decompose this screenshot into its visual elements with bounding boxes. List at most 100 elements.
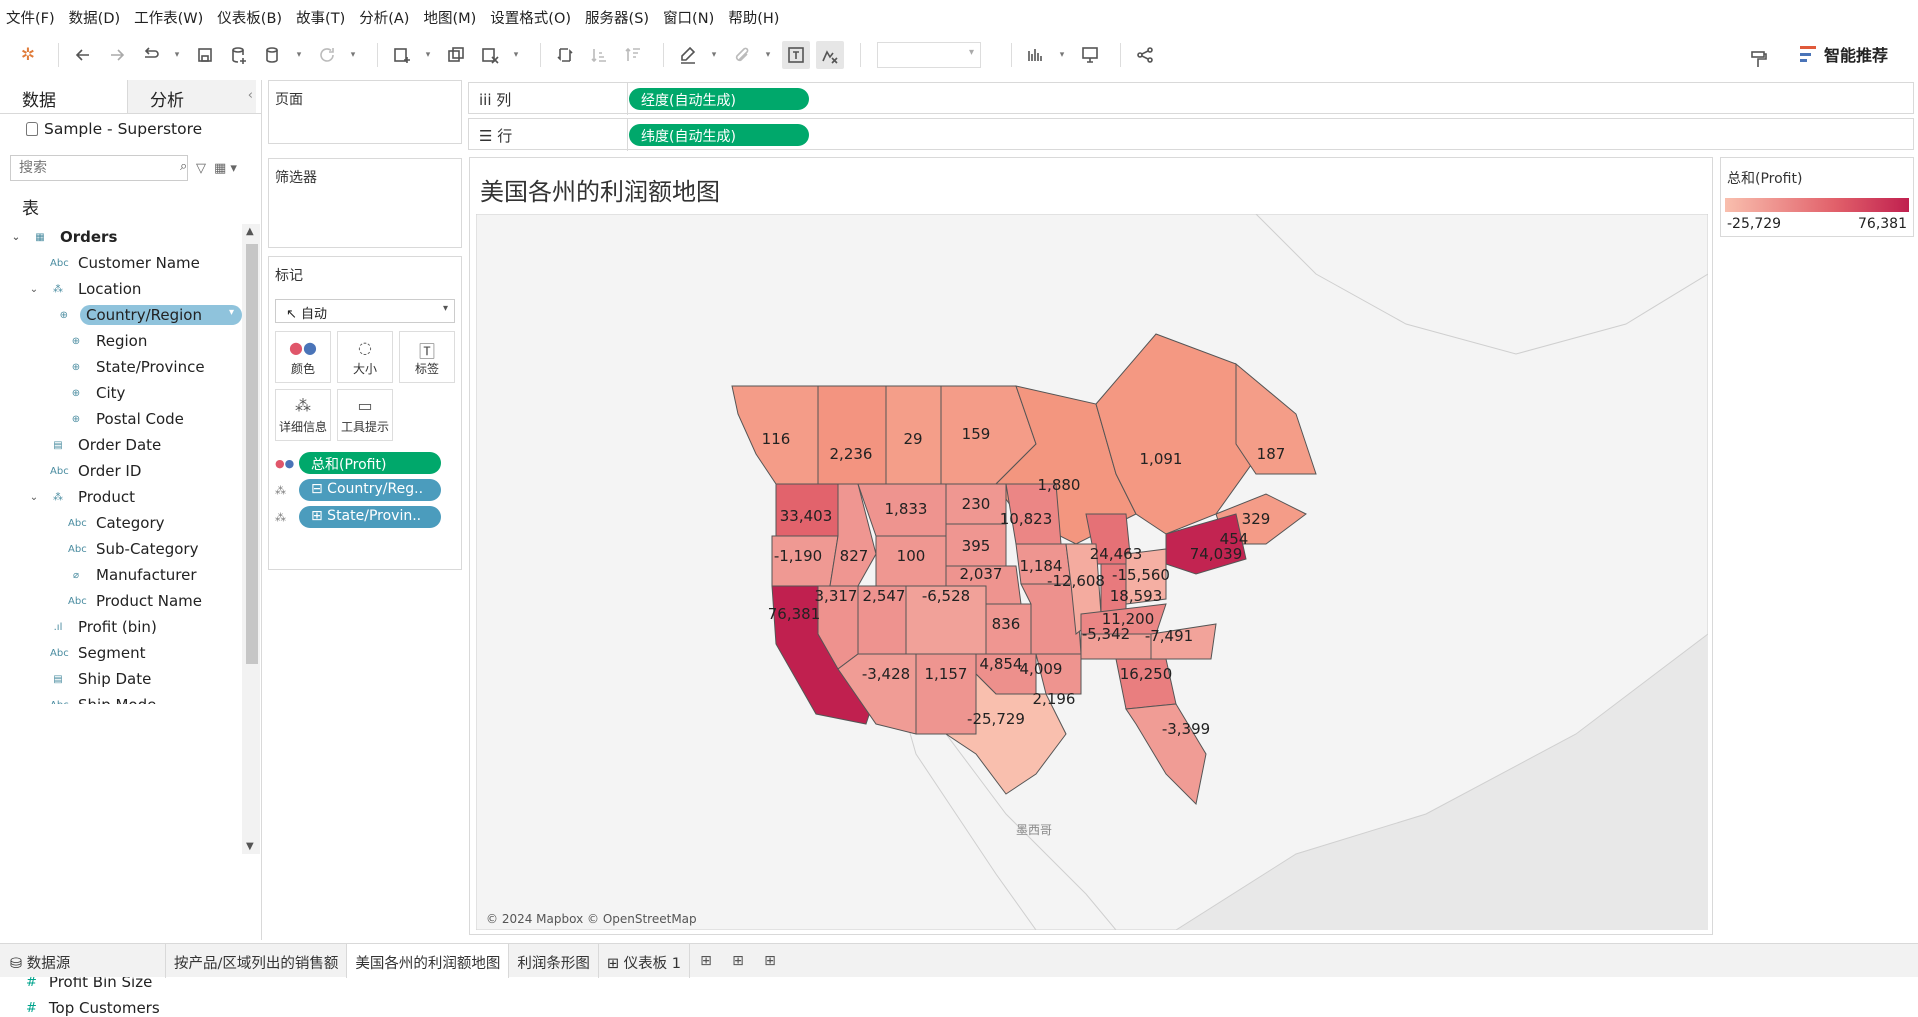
smart-recommend-button[interactable]: 智能推荐 [1799, 42, 1888, 66]
field-item[interactable]: ▤ Order Date [0, 432, 242, 458]
region-value-label[interactable]: 395 [962, 537, 991, 555]
menu-item[interactable]: 文件(F) [6, 7, 55, 28]
region-value-label[interactable]: 4,009 [1020, 660, 1063, 678]
search-input[interactable] [10, 155, 188, 181]
field-item[interactable]: Abc Customer Name [0, 250, 242, 276]
country-pill[interactable]: ⊟ Country/Reg.. [299, 479, 441, 501]
region-value-label[interactable]: 2,236 [830, 445, 873, 463]
filters-card[interactable]: 筛选器 [268, 158, 462, 248]
menu-item[interactable]: 地图(M) [423, 7, 476, 28]
sheet-tab[interactable]: 按产品/区域列出的销售额 [166, 943, 348, 978]
marks-type-select[interactable]: ↖ 自动 [275, 299, 455, 323]
label-button[interactable]: 🅃 标签 [399, 331, 455, 383]
presentation-mode-icon[interactable] [1076, 41, 1104, 69]
region-value-label[interactable]: -1,190 [774, 547, 822, 565]
field-item[interactable]: ⊕ State/Province [0, 354, 242, 380]
replay-icon[interactable] [137, 41, 165, 69]
sheet-tab[interactable]: ⊞ 仪表板 1 [599, 943, 690, 978]
field-item[interactable]: Abc Sub-Category [0, 536, 242, 562]
region-value-label[interactable]: -5,342 [1082, 625, 1130, 643]
columns-shelf[interactable]: iii 列 经度(自动生成) [468, 82, 1914, 115]
region-value-label[interactable]: -7,491 [1145, 627, 1193, 645]
datasource-item[interactable]: Sample - Superstore [0, 114, 261, 144]
undo-icon[interactable] [69, 41, 97, 69]
region-shape-ab[interactable] [817, 385, 887, 485]
marks-pill-profit[interactable]: ●● 总和(Profit) [275, 451, 441, 475]
tab-data[interactable]: 数据 [0, 80, 128, 113]
color-button[interactable]: ●● 颜色 [275, 331, 331, 383]
region-value-label[interactable]: -6,528 [922, 587, 970, 605]
fix-axes-icon[interactable] [816, 41, 844, 69]
menu-item[interactable]: 帮助(H) [728, 7, 779, 28]
profit-pill[interactable]: 总和(Profit) [299, 452, 441, 474]
save-icon[interactable] [191, 41, 219, 69]
menu-item[interactable]: 故事(T) [296, 7, 345, 28]
menu-item[interactable]: 数据(D) [69, 7, 120, 28]
map-credit[interactable]: © 2024 Mapbox © OpenStreetMap [486, 912, 697, 926]
clear-sheet-icon[interactable] [476, 41, 504, 69]
field-item[interactable]: ⌄ ⁂ Product [0, 484, 242, 510]
scroll-up-icon[interactable]: ▲ [246, 226, 254, 237]
region-value-label[interactable]: 33,403 [780, 507, 833, 525]
cards-dropdown-icon[interactable]: ▾ [1056, 41, 1068, 69]
menu-item[interactable]: 设置格式(O) [490, 7, 571, 28]
region-value-label[interactable]: 18,593 [1110, 587, 1163, 605]
field-item[interactable]: Abc Product Name [0, 588, 242, 614]
region-value-label[interactable]: 1,091 [1140, 450, 1183, 468]
highlight-dropdown-icon[interactable]: ▾ [708, 41, 720, 69]
new-story-tab-icon[interactable]: ⊞ [754, 944, 786, 978]
expand-toggle-icon[interactable]: ⌄ [10, 232, 22, 243]
region-value-label[interactable]: -3,399 [1162, 720, 1210, 738]
region-value-label[interactable]: -12,608 [1047, 572, 1105, 590]
field-list-scrollbar[interactable]: ▲ ▼ [242, 224, 260, 854]
swap-rows-columns-icon[interactable] [551, 41, 579, 69]
field-item[interactable]: ⌀ Manufacturer [0, 562, 242, 588]
field-item[interactable]: ⊕ Region [0, 328, 242, 354]
marks-pill-state[interactable]: ⁂ ⊞ State/Provin.. [275, 505, 441, 529]
search-icon[interactable]: ⌕ [180, 159, 187, 174]
color-legend[interactable]: 总和(Profit) -25,729 76,381 [1720, 157, 1914, 237]
fit-view-select[interactable] [877, 42, 981, 68]
new-worksheet-tab-icon[interactable]: ⊞ [690, 944, 722, 978]
region-value-label[interactable]: 100 [897, 547, 926, 565]
refresh-dropdown-icon[interactable]: ▾ [347, 41, 359, 69]
new-worksheet-icon[interactable] [388, 41, 416, 69]
region-value-label[interactable]: 1,880 [1038, 476, 1081, 494]
region-value-label[interactable]: 2,196 [1033, 690, 1076, 708]
map-svg[interactable]: 墨西哥 1162,23629 1591,8801,091 18732945433,4… [476, 214, 1708, 930]
sort-descending-icon[interactable] [619, 41, 647, 69]
region-value-label[interactable]: 2,547 [863, 587, 906, 605]
region-value-label[interactable]: 4,854 [980, 655, 1023, 673]
tableau-logo-icon[interactable]: ✲ [14, 41, 42, 69]
scroll-down-icon[interactable]: ▼ [246, 841, 254, 852]
region-value-label[interactable]: 187 [1257, 445, 1286, 463]
view-options-icon[interactable]: ▦ ▾ [214, 161, 237, 176]
pause-datasource-icon[interactable] [259, 41, 287, 69]
region-value-label[interactable]: 29 [903, 430, 922, 448]
menu-item[interactable]: 窗口(N) [663, 7, 714, 28]
datasource-tab[interactable]: ⛁ 数据源 [0, 943, 166, 978]
tooltip-button[interactable]: ▭ 工具提示 [337, 389, 393, 441]
region-value-label[interactable]: 1,157 [925, 665, 968, 683]
field-item[interactable]: ▤ Ship Date [0, 666, 242, 692]
filter-icon[interactable]: ▽ [196, 161, 206, 176]
field-item[interactable]: Abc Order ID [0, 458, 242, 484]
group-members-icon[interactable] [728, 41, 756, 69]
rows-shelf[interactable]: ☰ 行 纬度(自动生成) [468, 118, 1914, 151]
new-datasource-icon[interactable] [225, 41, 253, 69]
group-dropdown-icon[interactable]: ▾ [762, 41, 774, 69]
new-dashboard-tab-icon[interactable]: ⊞ [722, 944, 754, 978]
menu-item[interactable]: 仪表板(B) [217, 7, 282, 28]
tab-analysis[interactable]: 分析 [128, 80, 256, 113]
region-value-label[interactable]: 827 [840, 547, 869, 565]
region-value-label[interactable]: 116 [762, 430, 791, 448]
region-value-label[interactable]: 24,463 [1090, 545, 1143, 563]
highlight-icon[interactable] [674, 41, 702, 69]
region-value-label[interactable]: 159 [962, 425, 991, 443]
param-top-customers[interactable]: # Top Customers [26, 999, 160, 1017]
clear-sheet-dropdown-icon[interactable]: ▾ [510, 41, 522, 69]
expand-toggle-icon[interactable]: ⌄ [28, 492, 40, 503]
region-value-label[interactable]: 2,037 [960, 565, 1003, 583]
menu-item[interactable]: 服务器(S) [585, 7, 649, 28]
region-value-label[interactable]: -25,729 [967, 710, 1025, 728]
